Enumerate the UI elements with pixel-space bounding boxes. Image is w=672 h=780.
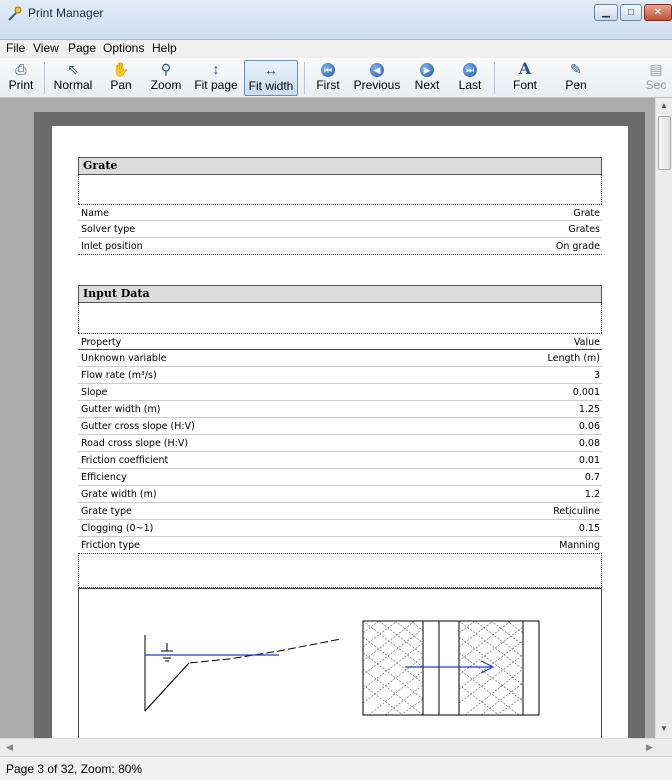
next-page-button[interactable]: ▶ Next <box>410 60 444 96</box>
water-level-icon <box>161 643 173 662</box>
scrollbar-thumb[interactable] <box>658 116 671 170</box>
table-row: Unknown variable Length (m) <box>78 350 602 367</box>
table-row: Name Grate <box>78 204 602 221</box>
close-button[interactable]: ✕ <box>644 4 672 21</box>
section-spacer <box>78 303 602 333</box>
fit-width-button[interactable]: ↔ Fit width <box>244 60 298 96</box>
previous-page-icon: ◀ <box>370 63 384 78</box>
next-page-icon: ▶ <box>420 63 434 78</box>
section-title-grate: Grate <box>78 157 602 175</box>
zoom-button[interactable]: ⚲ Zoom <box>146 60 186 96</box>
scroll-down-arrow-icon[interactable]: ▼ <box>660 724 668 733</box>
maximize-button[interactable]: □ <box>620 4 642 21</box>
flow-direction-arrow <box>405 660 495 674</box>
previous-page-button[interactable]: ◀ Previous <box>350 60 404 96</box>
table-header-row: Property Value <box>78 333 602 350</box>
section-spacer <box>78 175 602 204</box>
last-page-icon: ⏭ <box>463 63 477 78</box>
scroll-up-arrow-icon[interactable]: ▲ <box>660 101 668 110</box>
vertical-scrollbar[interactable]: ▲ ▼ <box>655 98 672 738</box>
table-row: Friction coefficient 0.01 <box>78 452 602 469</box>
sections-button[interactable]: ▤ Sec <box>640 60 672 96</box>
scroll-left-arrow-icon[interactable]: ◀ <box>6 742 13 753</box>
table-row: Flow rate (m³/s) 3 <box>78 367 602 384</box>
fit-page-button[interactable]: ↕ Fit page <box>190 60 242 96</box>
scroll-right-arrow-icon[interactable]: ▶ <box>646 742 653 753</box>
menu-page[interactable]: Page <box>68 41 96 55</box>
pen-button[interactable]: ✎ Pen <box>556 60 596 96</box>
section-spacer <box>78 555 602 588</box>
window-title: Print Manager <box>28 6 104 20</box>
minimize-button[interactable]: ▁ <box>594 4 618 21</box>
pen-icon: ✎ <box>570 61 582 77</box>
last-page-button[interactable]: ⏭ Last <box>452 60 488 96</box>
table-row: Gutter width (m) 1.25 <box>78 401 602 418</box>
table-row: Efficiency 0.7 <box>78 469 602 486</box>
menu-view[interactable]: View <box>33 41 59 55</box>
section-title-input-data: Input Data <box>78 285 602 303</box>
pan-button[interactable]: ✋ Pan <box>104 60 138 96</box>
fit-width-icon: ↔ <box>264 62 278 78</box>
status-text: Page 3 of 32, Zoom: 80% <box>6 762 143 776</box>
first-page-icon: ⏮ <box>321 63 335 78</box>
table-row: Grate width (m) 1.2 <box>78 486 602 503</box>
font-icon: A <box>518 59 532 78</box>
gutter-cross-section-figure <box>144 620 540 716</box>
cursor-arrow-icon: ⇖ <box>67 61 79 77</box>
first-page-button[interactable]: ⏮ First <box>310 60 346 96</box>
toolbar-separator <box>304 62 305 94</box>
table-row: Gutter cross slope (H:V) 0.06 <box>78 418 602 435</box>
menu-bar: File View Page Options Help <box>0 40 672 58</box>
fit-page-icon: ↕ <box>212 61 220 77</box>
magnifier-icon: ⚲ <box>160 61 172 77</box>
grate-plan-view <box>362 620 540 716</box>
normal-button[interactable]: ⇖ Normal <box>50 60 96 96</box>
menu-file[interactable]: File <box>6 41 25 55</box>
table-row: Inlet position On grade <box>78 238 602 255</box>
toolbar-separator <box>44 62 45 94</box>
table-row: Clogging (0~1) 0.15 <box>78 520 602 537</box>
toolbar: ⎙ Print ⇖ Normal ✋ Pan ⚲ Zoom ↕ Fit page… <box>0 58 672 98</box>
sections-icon: ▤ <box>649 61 663 77</box>
printer-icon: ⎙ <box>15 61 27 77</box>
table-row: Slope 0.001 <box>78 384 602 401</box>
toolbar-separator <box>494 62 495 94</box>
horizontal-scrollbar[interactable]: ◀ ▶ <box>0 738 672 756</box>
table-row: Solver type Grates <box>78 221 602 238</box>
hand-icon: ✋ <box>112 61 130 77</box>
print-button[interactable]: ⎙ Print <box>2 60 40 96</box>
menu-options[interactable]: Options <box>103 41 144 55</box>
table-row: Road cross slope (H:V) 0.08 <box>78 435 602 452</box>
font-button[interactable]: A Font <box>500 60 550 96</box>
title-bar: Print Manager ▁ □ ✕ <box>0 0 672 40</box>
table-row: Friction type Manning <box>78 537 602 554</box>
grate-diagram <box>78 588 602 738</box>
gutter-profile <box>144 635 342 712</box>
table-row: Grate type Reticuline <box>78 503 602 520</box>
menu-help[interactable]: Help <box>152 41 177 55</box>
app-icon <box>8 6 22 21</box>
status-bar: Page 3 of 32, Zoom: 80% <box>0 756 672 780</box>
